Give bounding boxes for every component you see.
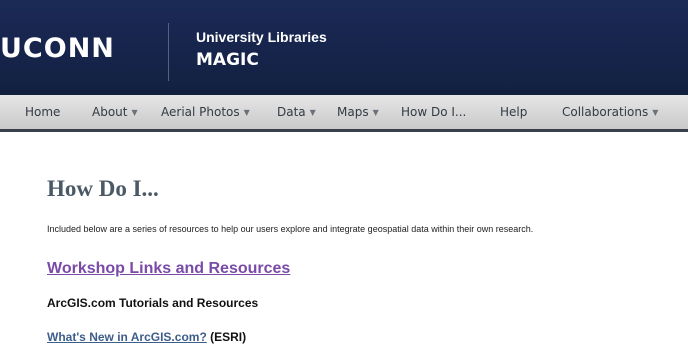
nav-item-about[interactable]: About ▼ [92, 95, 138, 129]
caret-down-icon: ▼ [243, 108, 250, 117]
nav-item-label: Maps [337, 105, 369, 119]
whats-new-link[interactable]: What's New in ArcGIS.com? [47, 330, 207, 344]
nav-item-how-do-i[interactable]: How Do I... [401, 95, 466, 129]
nav-item-data[interactable]: Data ▼ [277, 95, 316, 129]
nav-item-label: Aerial Photos [161, 105, 240, 119]
caret-down-icon: ▼ [372, 108, 379, 117]
main-nav: Home About ▼ Aerial Photos ▼ Data ▼ Maps ▼ H… [0, 95, 688, 132]
workshop-links-link[interactable]: Workshop Links and Resources [47, 259, 290, 279]
whats-new-item: What's New in ArcGIS.com? (ESRI) [47, 330, 246, 345]
nav-item-label: Data [277, 105, 306, 119]
nav-item-label: Collaborations [562, 105, 649, 119]
nav-item-help[interactable]: Help [500, 95, 527, 129]
header-divider [168, 23, 169, 81]
nav-item-label: Home [25, 105, 61, 119]
nav-item-label: Help [500, 105, 528, 119]
whats-new-source: (ESRI) [206, 330, 247, 344]
intro-text: Included below are a series of resources… [47, 224, 534, 234]
nav-item-label: How Do I... [401, 105, 467, 119]
site-name[interactable]: MAGIC [196, 50, 259, 70]
nav-item-home[interactable]: Home [25, 95, 60, 129]
caret-down-icon: ▼ [131, 108, 138, 117]
nav-item-collaborations[interactable]: Collaborations ▼ [562, 95, 658, 129]
caret-down-icon: ▼ [309, 108, 316, 117]
uconn-logo[interactable]: UCONN [0, 34, 115, 64]
nav-item-aerial-photos[interactable]: Aerial Photos ▼ [161, 95, 250, 129]
library-name[interactable]: University Libraries [196, 29, 327, 45]
caret-down-icon: ▼ [652, 108, 659, 117]
nav-item-label: About [92, 105, 128, 119]
site-header-banner: UCONN University Libraries MAGIC [0, 0, 688, 95]
tutorials-heading: ArcGIS.com Tutorials and Resources [47, 296, 259, 310]
nav-item-maps[interactable]: Maps ▼ [337, 95, 379, 129]
page-title: How Do I... [47, 176, 159, 201]
